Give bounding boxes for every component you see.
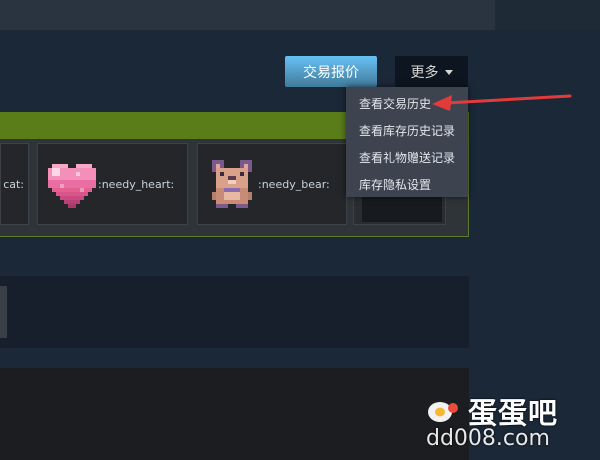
watermark-domain: dd008.com xyxy=(426,426,550,451)
watermark: 蛋蛋吧 dd008.com xyxy=(426,390,558,451)
egg-logo-icon xyxy=(426,397,462,425)
